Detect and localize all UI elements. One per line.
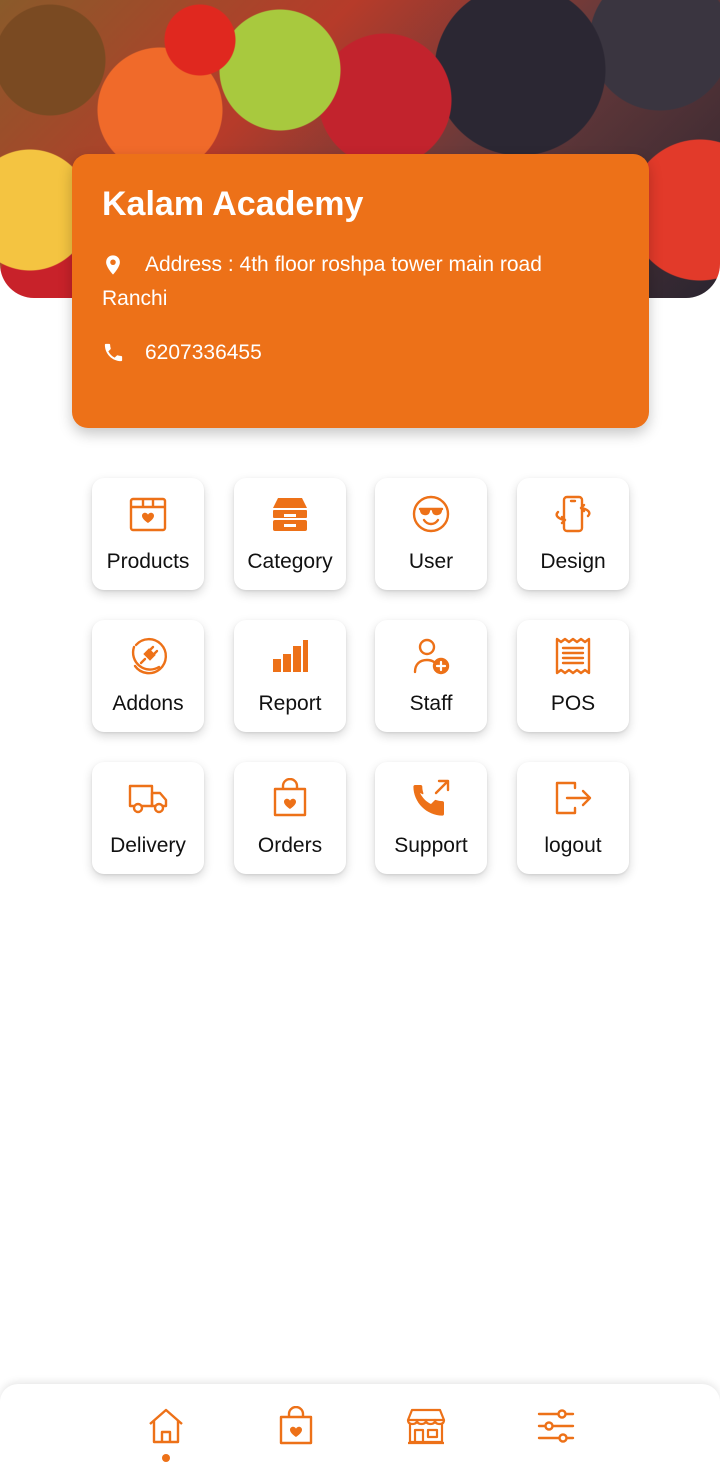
home-icon: [149, 1408, 183, 1444]
menu-item-products[interactable]: Products: [92, 478, 204, 590]
address-city: Ranchi: [102, 287, 168, 310]
user-add-icon: [413, 638, 450, 675]
shop-info-card: Kalam Academy Address : 4th floor roshpa…: [72, 154, 649, 428]
menu-label: Orders: [257, 834, 323, 857]
plug-icon: [131, 637, 168, 675]
menu-item-design[interactable]: Design: [517, 478, 629, 590]
address-row: Address : 4th floor roshpa tower main ro…: [102, 248, 619, 316]
menu-label: Report: [258, 692, 322, 715]
menu-item-category[interactable]: Category: [234, 478, 346, 590]
address-text: Address : 4th floor roshpa tower main ro…: [145, 253, 542, 276]
user-smiley-icon: [412, 495, 450, 533]
menu-label: Products: [106, 550, 190, 573]
phone-row: 6207336455: [102, 338, 619, 368]
shopping-bag-icon: [273, 778, 307, 817]
shop-name: Kalam Academy: [102, 185, 364, 223]
settings-sliders-icon: [537, 1409, 575, 1443]
nav-settings[interactable]: [536, 1406, 576, 1446]
menu-item-support[interactable]: Support: [375, 762, 487, 874]
phone-rotate-icon: [555, 495, 591, 533]
menu-item-addons[interactable]: Addons: [92, 620, 204, 732]
menu-label: logout: [544, 834, 602, 857]
menu-item-logout[interactable]: logout: [517, 762, 629, 874]
menu-label: Addons: [112, 692, 184, 715]
phone-icon: [104, 343, 123, 362]
truck-icon: [128, 784, 168, 814]
menu-item-report[interactable]: Report: [234, 620, 346, 732]
menu-label: Category: [247, 550, 333, 573]
menu-item-pos[interactable]: POS: [517, 620, 629, 732]
receipt-icon: [555, 637, 591, 675]
menu-item-orders[interactable]: Orders: [234, 762, 346, 874]
bottom-navigation: [0, 1384, 720, 1468]
menu-label: Delivery: [110, 834, 186, 857]
active-indicator-dot: [162, 1454, 170, 1462]
menu-label: Design: [540, 550, 606, 573]
menu-label: User: [408, 550, 454, 573]
phone-number: 6207336455: [145, 341, 262, 364]
nav-store[interactable]: [406, 1406, 446, 1446]
menu-label: Staff: [409, 692, 453, 715]
category-tray-icon: [273, 498, 307, 531]
nav-orders[interactable]: [276, 1405, 316, 1446]
menu-label: Support: [394, 834, 468, 857]
menu-label: POS: [550, 692, 596, 715]
location-pin-icon: [106, 255, 120, 275]
nav-home[interactable]: [146, 1406, 186, 1446]
bag-icon: [279, 1405, 313, 1445]
product-box-icon: [129, 497, 167, 532]
menu-item-user[interactable]: User: [375, 478, 487, 590]
phone-call-icon: [413, 779, 450, 816]
menu-item-delivery[interactable]: Delivery: [92, 762, 204, 874]
bar-chart-icon: [273, 640, 308, 672]
logout-icon: [555, 781, 592, 815]
store-icon: [406, 1408, 446, 1445]
menu-item-staff[interactable]: Staff: [375, 620, 487, 732]
